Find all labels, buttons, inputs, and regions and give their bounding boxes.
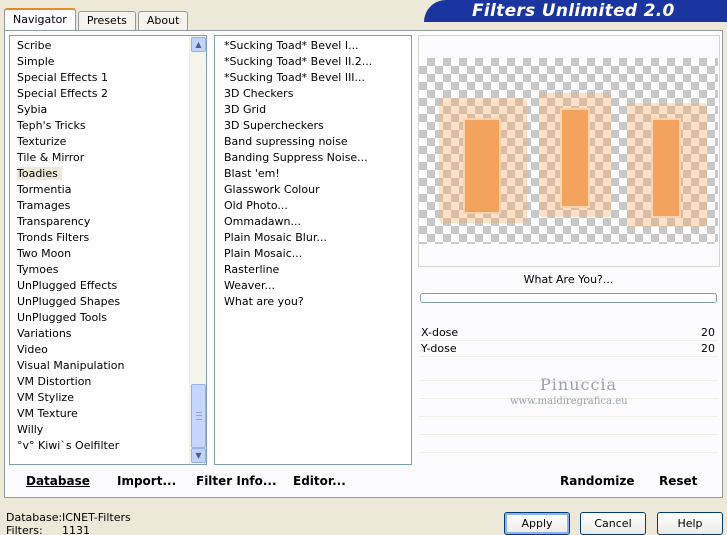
category-item[interactable]: Special Effects 2 [17,86,206,102]
database-button-label: Database [26,474,90,488]
category-item[interactable]: Special Effects 1 [17,70,206,86]
reset-button[interactable]: Reset [659,467,697,495]
category-item[interactable]: Teph's Tricks [17,118,206,134]
preview-bar [463,118,501,214]
param-label: Y-dose [421,342,457,355]
filter-item[interactable]: Plain Mosaic Blur... [224,230,411,246]
param-row-empty [419,417,718,435]
filter-item[interactable]: Banding Suppress Noise... [224,150,411,166]
category-item-selected[interactable]: Toadies [17,166,206,182]
params-panel: X-dose 20 Y-dose 20 [419,325,718,357]
filter-item[interactable]: Weaver... [224,278,411,294]
chevron-up-icon: ▲ [195,40,202,49]
param-row-y-dose[interactable]: Y-dose 20 [419,341,718,357]
filter-item[interactable]: *Sucking Toad* Bevel III... [224,70,411,86]
filter-item[interactable]: *Sucking Toad* Bevel I... [224,38,411,54]
filter-item[interactable]: Plain Mosaic... [224,246,411,262]
filter-item-selected[interactable]: What are you? [224,294,411,310]
status-database-value: ICNET-Filters [62,511,131,524]
status-info: Database: ICNET-Filters Filters: 1131 [6,511,131,535]
category-item-selected-label: Toadies [17,167,62,180]
param-value: 20 [701,326,715,339]
category-item[interactable]: UnPlugged Effects [17,278,206,294]
chevron-down-icon: ▼ [195,451,202,460]
category-item[interactable]: Sybia [17,102,206,118]
scroll-down-button[interactable]: ▼ [191,448,206,463]
status-filters-label: Filters: [6,524,43,535]
category-item[interactable]: VM Texture [17,406,206,422]
category-item[interactable]: Transparency [17,214,206,230]
editor-button[interactable]: Editor... [293,467,346,495]
category-item[interactable]: UnPlugged Shapes [17,294,206,310]
filter-item[interactable]: 3D Checkers [224,86,411,102]
category-list[interactable]: Scribe Simple Special Effects 1 Special … [9,35,207,465]
filter-item[interactable]: Rasterline [224,262,411,278]
title-banner: Filters Unlimited 2.0 [424,0,727,22]
param-row-x-dose[interactable]: X-dose 20 [419,325,718,341]
cancel-button[interactable]: Cancel [580,512,646,535]
category-item[interactable]: VM Stylize [17,390,206,406]
category-item[interactable]: Variations [17,326,206,342]
panel-toolbar: Database Import... Filter Info... Editor… [9,467,718,495]
tab-about[interactable]: About [137,11,189,31]
category-item[interactable]: Tronds Filters [17,230,206,246]
category-item[interactable]: Simple [17,54,206,70]
param-value: 20 [701,342,715,355]
help-button[interactable]: Help [657,512,723,535]
category-item[interactable]: Willy [17,422,206,438]
watermark-name: Pinuccia [540,375,618,394]
category-item[interactable]: Tile & Mirror [17,150,206,166]
progress-bar [420,293,717,303]
category-item[interactable]: Visual Manipulation [17,358,206,374]
watermark-url: www.maidiregrafica.eu [510,396,628,407]
status-database-label: Database: [6,511,63,524]
filter-item[interactable]: *Sucking Toad* Bevel II.2... [224,54,411,70]
randomize-button[interactable]: Randomize [560,467,634,495]
category-item[interactable]: Texturize [17,134,206,150]
filter-item[interactable]: 3D Grid [224,102,411,118]
filter-item[interactable]: Glasswork Colour [224,182,411,198]
category-item[interactable]: Two Moon [17,246,206,262]
category-item[interactable]: Tormentia [17,182,206,198]
category-scrollbar[interactable]: ▲ ▼ [189,36,206,464]
apply-button[interactable]: Apply [504,512,570,535]
category-item[interactable]: Tymoes [17,262,206,278]
scroll-thumb[interactable] [191,384,206,448]
app-title: Filters Unlimited 2.0 [472,1,675,21]
preview-bar [560,108,590,208]
preview-bar [651,118,681,218]
filter-info-button[interactable]: Filter Info... [196,467,277,495]
preview-image [419,58,718,244]
category-item[interactable]: VM Distortion [17,374,206,390]
param-row-empty [419,435,718,453]
tab-strip: Navigator Presets About [4,8,190,31]
tab-navigator[interactable]: Navigator [4,8,76,30]
database-button[interactable]: Database [26,467,90,495]
category-item[interactable]: °v° Kiwi`s Oelfilter [17,438,206,454]
filter-list[interactable]: *Sucking Toad* Bevel I... *Sucking Toad*… [214,35,412,465]
filter-item[interactable]: 3D Supercheckers [224,118,411,134]
grip-icon [196,412,202,420]
import-button[interactable]: Import... [117,467,176,495]
filter-item-selected-label: What are you? [224,295,304,308]
filter-item[interactable]: Band supressing noise [224,134,411,150]
filter-item[interactable]: Old Photo... [224,198,411,214]
filter-name-label: What Are You?... [523,273,614,286]
filter-item[interactable]: Ommadawn... [224,214,411,230]
category-item[interactable]: UnPlugged Tools [17,310,206,326]
tab-presets[interactable]: Presets [77,11,136,31]
param-label: X-dose [421,326,459,339]
filter-item[interactable]: Blast 'em! [224,166,411,182]
status-filters-value: 1131 [62,524,90,535]
scroll-up-button[interactable]: ▲ [191,37,206,52]
category-item[interactable]: Scribe [17,38,206,54]
category-item[interactable]: Tramages [17,198,206,214]
category-item[interactable]: Video [17,342,206,358]
